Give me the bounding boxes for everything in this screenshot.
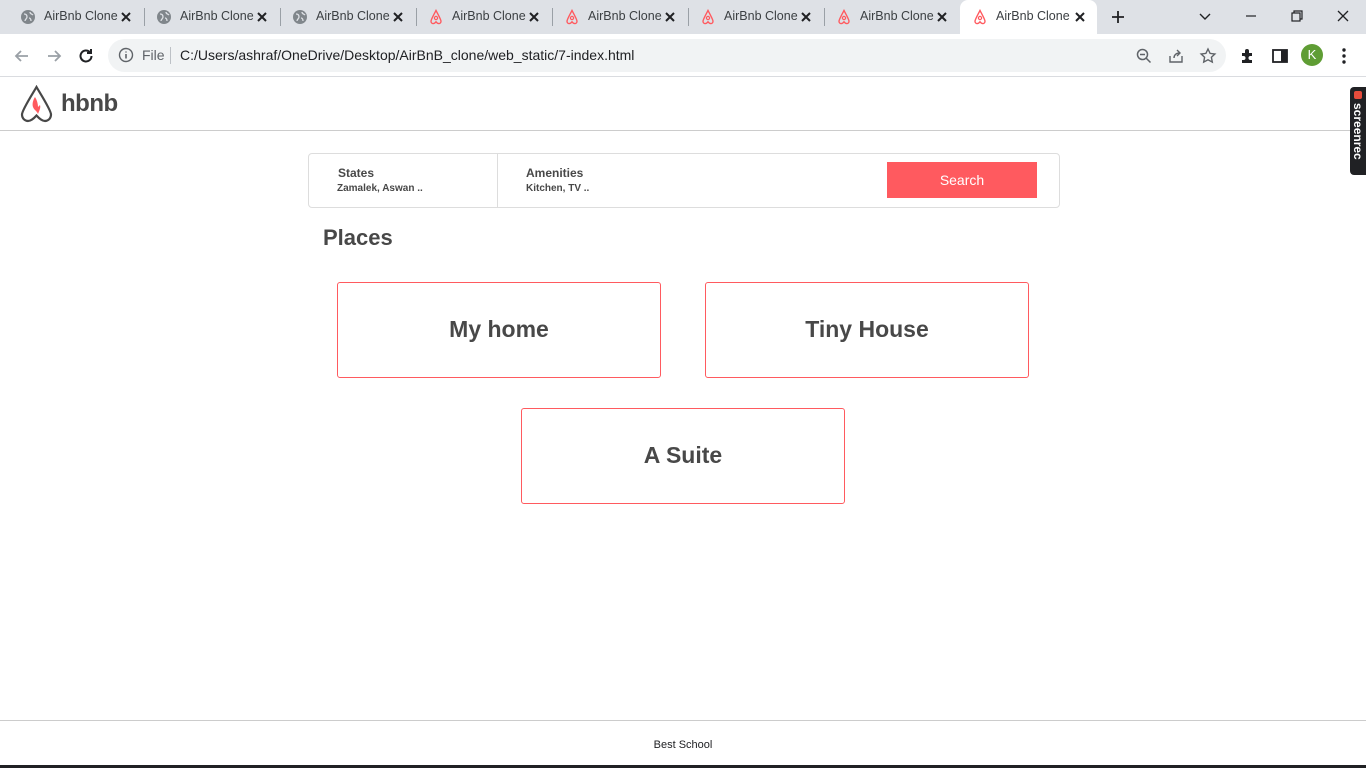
close-tab-icon[interactable] [662, 9, 678, 25]
logo-wordmark: hbnb [61, 90, 118, 117]
tab-strip: AirBnb Clone AirBnb Clone AirBnb Clone A… [0, 0, 1366, 34]
url-text[interactable]: C:/Users/ashraf/OneDrive/Desktop/AirBnB_… [180, 47, 634, 63]
side-panel-icon[interactable] [1270, 46, 1290, 66]
filters-bar: States Zamalek, Aswan .. Amenities Kitch… [308, 153, 1060, 208]
place-card[interactable]: A Suite [521, 408, 845, 504]
browser-tab[interactable]: AirBnb Clone [272, 0, 412, 34]
close-tab-icon[interactable] [254, 9, 270, 25]
airbnb-logo-icon [838, 9, 850, 25]
record-icon [1354, 91, 1362, 99]
airbnb-logo-icon [430, 9, 442, 25]
browser-tab[interactable]: AirBnb Clone [816, 0, 956, 34]
reload-icon[interactable] [76, 46, 96, 66]
share-icon[interactable] [1167, 47, 1185, 65]
screenrec-extension-badge[interactable]: screenrec [1350, 87, 1366, 175]
tab-title: AirBnb Clone [996, 9, 1070, 23]
profile-avatar[interactable]: K [1301, 44, 1323, 66]
browser-tab[interactable]: AirBnb Clone [136, 0, 276, 34]
minimize-icon[interactable] [1242, 7, 1260, 25]
close-tab-icon[interactable] [526, 9, 542, 25]
globe-icon [293, 10, 307, 24]
tab-title: AirBnb Clone [180, 9, 254, 23]
search-button[interactable]: Search [887, 162, 1037, 198]
back-arrow-icon[interactable] [12, 46, 32, 66]
states-filter-title: States [338, 166, 375, 180]
place-name: A Suite [643, 442, 723, 468]
close-tab-icon[interactable] [390, 9, 406, 25]
scheme-label: File [142, 47, 165, 63]
window-close-icon[interactable] [1334, 7, 1352, 25]
browser-tab[interactable]: AirBnb Clone [680, 0, 820, 34]
browser-tab[interactable]: AirBnb Clone [0, 0, 140, 34]
places-heading: Places [323, 225, 393, 250]
close-tab-icon[interactable] [934, 9, 950, 25]
browser-tab-active[interactable]: AirBnb Clone [960, 0, 1097, 34]
airbnb-logo-icon [974, 9, 986, 25]
close-tab-icon[interactable] [798, 9, 814, 25]
place-name: My home [449, 316, 549, 342]
browser-toolbar: File C:/Users/ashraf/OneDrive/Desktop/Ai… [0, 34, 1366, 77]
tab-title: AirBnb Clone [44, 9, 118, 23]
forward-arrow-icon[interactable] [44, 46, 64, 66]
info-icon[interactable] [118, 47, 134, 63]
bookmark-star-icon[interactable] [1199, 47, 1217, 65]
more-menu-icon[interactable] [1334, 46, 1354, 66]
place-name: Tiny House [805, 316, 929, 342]
extensions-puzzle-icon[interactable] [1238, 46, 1258, 66]
restore-icon[interactable] [1288, 7, 1306, 25]
amenities-filter-title: Amenities [526, 166, 584, 180]
states-filter-value: Zamalek, Aswan .. [337, 183, 423, 194]
tab-title: AirBnb Clone [860, 9, 934, 23]
footer-text: Best School [653, 739, 713, 751]
globe-icon [157, 10, 171, 24]
omnibox-divider [170, 47, 171, 64]
amenities-filter[interactable]: Amenities Kitchen, TV .. [498, 154, 878, 207]
close-tab-icon[interactable] [118, 9, 134, 25]
site-header: hbnb [0, 77, 1366, 131]
site-footer: Best School [0, 720, 1366, 766]
zoom-out-icon[interactable] [1135, 47, 1153, 65]
airbnb-logo-icon [702, 9, 714, 25]
browser-tab[interactable]: AirBnb Clone [408, 0, 548, 34]
place-card[interactable]: Tiny House [705, 282, 1029, 378]
tab-search-chevron-icon[interactable] [1196, 7, 1214, 25]
tab-title: AirBnb Clone [316, 9, 390, 23]
tab-title: AirBnb Clone [452, 9, 526, 23]
browser-tab[interactable]: AirBnb Clone [544, 0, 684, 34]
globe-icon [21, 10, 35, 24]
new-tab-icon[interactable] [1110, 9, 1126, 25]
hbnb-logo-icon[interactable] [19, 85, 54, 123]
airbnb-logo-icon [566, 9, 578, 25]
tab-title: AirBnb Clone [724, 9, 798, 23]
tab-title: AirBnb Clone [588, 9, 662, 23]
amenities-filter-value: Kitchen, TV .. [526, 183, 590, 194]
address-bar[interactable]: File C:/Users/ashraf/OneDrive/Desktop/Ai… [108, 39, 1226, 72]
close-tab-icon[interactable] [1072, 9, 1088, 25]
states-filter[interactable]: States Zamalek, Aswan .. [309, 154, 498, 207]
screenrec-label: screenrec [1351, 103, 1365, 160]
place-card[interactable]: My home [337, 282, 661, 378]
